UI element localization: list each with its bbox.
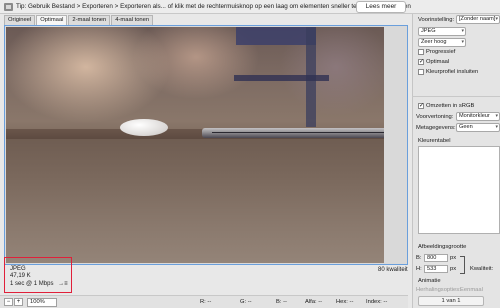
preview-canvas[interactable] [4, 25, 408, 265]
progressive-label: Progressief [426, 49, 456, 55]
optimized-label: Optimaal [426, 59, 450, 65]
format-select[interactable]: JPEG [418, 27, 466, 36]
photo-laptop-seam [212, 132, 384, 133]
optimized-checkbox[interactable] [418, 58, 424, 65]
photo-chair-rail [234, 75, 329, 81]
preview-label: Voorvertoning: [416, 114, 454, 120]
color-table[interactable] [418, 146, 500, 234]
convert-srgb-label: Omzetten in sRGB [426, 103, 475, 109]
page-indicator[interactable]: 1 van 1 [418, 296, 484, 306]
info-download-speed: 1 sec @ 1 Mbps [10, 281, 54, 287]
quality-readout: 80 kwaliteit [378, 267, 408, 273]
zoom-select[interactable]: 100% [27, 298, 57, 307]
photo-table-top [6, 139, 384, 263]
link-constrain-icon[interactable] [460, 256, 465, 274]
color-table-label: Kleurentabel [418, 138, 451, 144]
panel-divider [412, 96, 500, 97]
info-file-size: 47,19 K [10, 273, 31, 279]
info-download-time: 1 sec @ 1 Mbps →≡ [10, 281, 68, 287]
repeat-label: Herhalingsopties: [416, 287, 461, 293]
repeat-select: Eenmaal [460, 287, 483, 293]
speed-menu-icon[interactable]: →≡ [58, 281, 68, 287]
preview-image [6, 27, 384, 263]
preset-label: Voorinstelling: [418, 17, 455, 23]
preset-select[interactable]: [Zonder naam] [456, 15, 500, 24]
readout-alpha: Alfa: -- [305, 299, 323, 305]
tab-original[interactable]: Origineel [4, 15, 36, 25]
height-input[interactable]: 533 [424, 265, 448, 273]
embed-profile-label: Kleurprofiel insluiten [426, 69, 479, 75]
readout-green: G: -- [240, 299, 252, 305]
tip-text: Tip: Gebruik Bestand > Exporteren > Expo… [16, 3, 411, 10]
tip-bar: Tip: Gebruik Bestand > Exporteren > Expo… [0, 0, 500, 14]
progressive-checkbox[interactable] [418, 49, 424, 55]
readout-blue: B: -- [276, 299, 287, 305]
tab-optimized[interactable]: Optimaal [36, 15, 68, 25]
width-label: B: [416, 255, 422, 261]
metadata-select[interactable]: Geen [456, 123, 500, 132]
tip-icon [4, 3, 13, 11]
image-size-label: Afbeeldingsgrootte [418, 244, 467, 250]
readout-red: R: -- [200, 299, 212, 305]
zoom-in-button[interactable]: + [14, 298, 23, 306]
tab-2-up[interactable]: 2-maal tonen [68, 15, 111, 25]
animation-label: Animatie [418, 278, 441, 284]
quality-level-select[interactable]: Zeer hoog [418, 38, 466, 47]
metadata-label: Metagegevens: [416, 125, 456, 131]
width-input[interactable]: 800 [424, 254, 448, 262]
status-bar: − + 100% R: -- G: -- B: -- Alfa: -- Hex:… [0, 295, 408, 308]
view-tabs: Origineel Optimaal 2-maal tonen 4-maal t… [4, 15, 154, 25]
photo-mouse [120, 119, 168, 136]
convert-srgb-checkbox[interactable] [418, 102, 424, 109]
embed-profile-checkbox[interactable] [418, 69, 424, 75]
zoom-out-button[interactable]: − [4, 298, 13, 306]
info-format: JPEG [10, 266, 26, 272]
photo-chair-back [236, 27, 316, 45]
preview-select[interactable]: Monitorkleur [456, 112, 500, 121]
learn-more-button[interactable]: Lees meer [356, 1, 406, 13]
readout-index: Index: -- [366, 299, 388, 305]
width-unit: px [450, 255, 457, 261]
height-unit: px [450, 266, 457, 272]
readout-hex: Hex: -- [336, 299, 354, 305]
photo-laptop [202, 128, 384, 138]
tab-4-up[interactable]: 4-maal tonen [111, 15, 154, 25]
height-label: H: [416, 266, 422, 272]
resample-quality-label: Kwaliteit: [470, 266, 494, 272]
